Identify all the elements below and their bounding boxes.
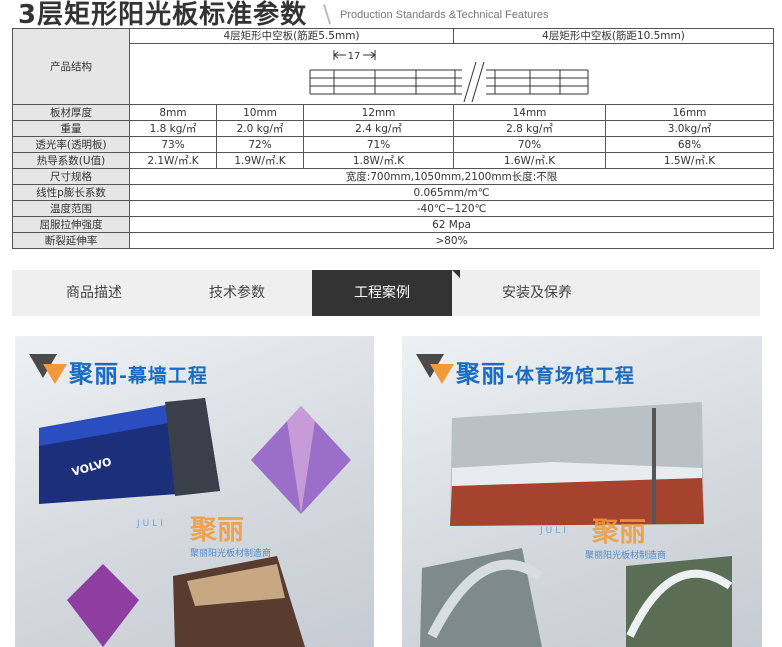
- tab-bar: 商品描述 技术参数 工程案例 安装及保养: [12, 270, 760, 316]
- spec-cell: 8mm: [129, 104, 217, 121]
- page-title: 3层矩形阳光板标准参数: [18, 0, 308, 30]
- spec-row-label: 线性p膨长系数: [12, 184, 130, 201]
- spec-table: 产品结构 4层矩形中空板(筋距5.5mm) 4层矩形中空板(筋距10.5mm) …: [12, 28, 775, 249]
- rib-dimension-label: 17: [348, 51, 361, 62]
- curtain-wall-photo-collage: VOLVO: [39, 398, 351, 647]
- project-panel-curtain-wall[interactable]: 聚丽-幕墙工程 VOLVO JULI 聚丽 聚丽阳光板材制造商: [15, 336, 374, 647]
- spec-row-label: 温度范围: [12, 200, 130, 217]
- spec-cell: 16mm: [605, 104, 775, 121]
- active-tab-notch: [452, 270, 460, 278]
- tab-install-care[interactable]: 安装及保养: [467, 270, 607, 316]
- spec-row-label: 透光率(透明板): [12, 136, 130, 153]
- watermark-tagline: 聚丽阳光板材制造商: [585, 551, 667, 561]
- spec-row-label: 热导系数(U值): [12, 152, 130, 169]
- watermark-juli: JULI: [540, 526, 569, 536]
- watermark-brand: 聚丽: [592, 517, 646, 548]
- title-divider: \: [323, 0, 332, 28]
- panel-cross-section-diagram: 17: [309, 50, 589, 103]
- spec-span-row: 屈服拉伸强度 62 Mpa: [12, 216, 775, 233]
- panel-profile: [309, 69, 589, 95]
- magenta-facade-photo: [67, 564, 139, 647]
- spec-cell: 72%: [216, 136, 304, 153]
- spec-span-cell: >80%: [128, 232, 775, 249]
- spec-cell: 71%: [302, 136, 455, 153]
- spec-row-label: 尺寸规格: [12, 168, 130, 185]
- spec-span-row: 线性p膨长系数 0.065mm/m℃: [12, 184, 775, 201]
- spec-row-label: 重量: [12, 120, 130, 137]
- spec-row-label: 板材厚度: [12, 104, 130, 121]
- section-header: 3层矩形阳光板标准参数 \ Production Standards &Tech…: [0, 0, 782, 30]
- spec-span-cell: 62 Mpa: [128, 216, 775, 233]
- spec-span-cell: 0.065mm/m℃: [128, 184, 775, 201]
- spec-span-row: 尺寸规格 宽度:700mm,1050mm,2100mm长度:不限: [12, 168, 775, 185]
- spec-group-row: 产品结构 4层矩形中空板(筋距5.5mm) 4层矩形中空板(筋距10.5mm): [12, 28, 775, 105]
- spec-cell: 70%: [453, 136, 607, 153]
- spec-cell: 1.9W/㎡.K: [216, 152, 304, 169]
- spec-cell: 68%: [605, 136, 775, 153]
- spec-cell: 2.4 kg/㎡: [302, 120, 455, 137]
- spec-row: 热导系数(U值) 2.1W/㎡.K 1.9W/㎡.K 1.8W/㎡.K 1.6W/㎡.K…: [12, 152, 775, 169]
- covered-court-photo: [626, 556, 732, 647]
- spec-cell: 1.5W/㎡.K: [605, 152, 775, 169]
- spec-cell: 1.8 kg/㎡: [129, 120, 217, 137]
- spec-cell: 10mm: [216, 104, 304, 121]
- spec-span-rows: 尺寸规格 宽度:700mm,1050mm,2100mm长度:不限 线性p膨长系数 0.…: [12, 168, 775, 249]
- project-panel-stadium[interactable]: 聚丽-体育场馆工程 JULI 聚丽 聚丽阳光板材制造商: [402, 336, 762, 647]
- watermark-tagline: 聚丽阳光板材制造商: [190, 549, 272, 559]
- structure-diagram-cell: 17: [128, 43, 775, 105]
- spec-row: 透光率(透明板) 73% 72% 71% 70% 68%: [12, 136, 775, 153]
- spec-cell: 12mm: [302, 104, 455, 121]
- spec-span-cell: 宽度:700mm,1050mm,2100mm长度:不限: [128, 168, 775, 185]
- watermark-brand: 聚丽: [190, 515, 244, 546]
- spec-cell: 1.8W/㎡.K: [302, 152, 455, 169]
- spec-row: 重量 1.8 kg/㎡ 2.0 kg/㎡ 2.4 kg/㎡ 2.8 kg/㎡ 3.0kg/…: [12, 120, 775, 137]
- tab-project-cases[interactable]: 工程案例: [312, 270, 452, 316]
- spec-row: 板材厚度 8mm 10mm 12mm 14mm 16mm: [12, 104, 775, 121]
- spec-span-cell: -40℃~120℃: [128, 200, 775, 217]
- spec-span-row: 温度范围 -40℃~120℃: [12, 200, 775, 217]
- watermark-juli: JULI: [137, 519, 166, 529]
- spec-row-label: 屈服拉伸强度: [12, 216, 130, 233]
- spec-row-label: 断裂延伸率: [12, 232, 130, 249]
- tab-description[interactable]: 商品描述: [24, 270, 164, 316]
- page-subtitle: Production Standards &Technical Features: [340, 9, 549, 21]
- spec-rows: 板材厚度 8mm 10mm 12mm 14mm 16mm 重量 1.8 kg/㎡ 2.0 kg/…: [12, 104, 775, 169]
- spec-cell: 2.8 kg/㎡: [453, 120, 607, 137]
- spec-cell: 73%: [129, 136, 217, 153]
- stadium-photo-collage: [420, 402, 733, 647]
- spec-cell: 1.6W/㎡.K: [453, 152, 607, 169]
- tab-tech-params[interactable]: 技术参数: [167, 270, 307, 316]
- spec-cell: 2.0 kg/㎡: [216, 120, 304, 137]
- spec-cell: 14mm: [453, 104, 607, 121]
- spec-cell: 2.1W/㎡.K: [129, 152, 217, 169]
- structure-label: 产品结构: [12, 28, 130, 105]
- spec-span-row: 断裂延伸率 >80%: [12, 232, 775, 249]
- group-header-a: 4层矩形中空板(筋距5.5mm): [128, 28, 455, 44]
- group-header-b: 4层矩形中空板(筋距10.5mm): [453, 28, 775, 44]
- spec-cell: 3.0kg/㎡: [605, 120, 775, 137]
